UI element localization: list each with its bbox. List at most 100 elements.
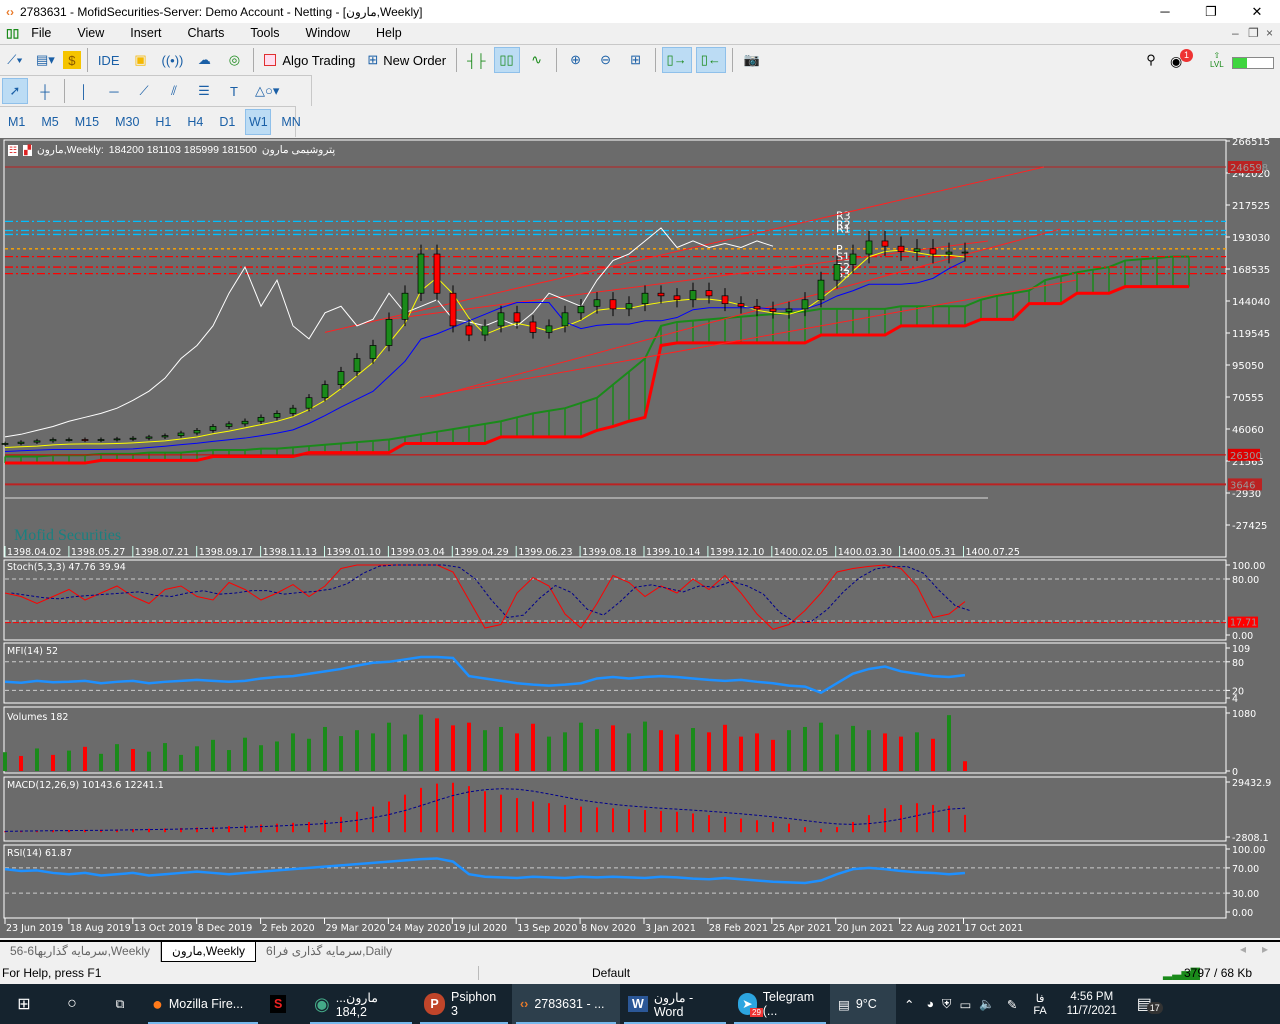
price-tick-label: 193030 <box>1232 233 1270 244</box>
timeframe-w1[interactable]: W1 <box>245 109 272 135</box>
chart-tab[interactable]: 56-6سرمایه گذاریها,Weekly <box>0 942 162 962</box>
candlestick-chart-icon[interactable]: ▯▯ <box>493 47 520 73</box>
tray-app-icon[interactable]: ◕ <box>922 984 938 1024</box>
taskbar-label: Telegram (... <box>762 990 815 1018</box>
level-up-icon[interactable]: ⇧ LVL <box>1210 51 1224 69</box>
chart-tab[interactable]: سرمایه گذاری فرا6,Daily <box>256 942 402 962</box>
fibonacci-icon[interactable]: ☰ <box>191 78 217 104</box>
maximize-button[interactable]: ❐ <box>1188 0 1234 23</box>
bar-chart-icon[interactable]: ┤├ <box>463 47 489 73</box>
menu-view[interactable]: View <box>65 26 118 40</box>
new-chart-button[interactable]: ⟋▾ <box>2 47 28 73</box>
taskbar-app-red[interactable]: S <box>262 984 306 1024</box>
one-click-trading-icon[interactable]: ▞ <box>23 144 32 156</box>
weather-widget[interactable]: ▤ 9°C <box>830 984 896 1024</box>
vps-cloud-icon[interactable]: ☁ <box>191 47 217 73</box>
candle <box>705 290 713 297</box>
network-icon[interactable]: ▭ <box>955 984 975 1024</box>
zoom-in-icon[interactable]: ⊕ <box>563 47 589 73</box>
text-icon[interactable]: T <box>221 78 247 104</box>
timeframe-m15[interactable]: M15 <box>69 109 105 135</box>
market-bag-icon[interactable]: ▣ <box>127 47 153 73</box>
clock[interactable]: 4:56 PM 11/7/2021 <box>1055 984 1129 1024</box>
tile-windows-icon[interactable]: ⊞ <box>623 47 649 73</box>
dollar-icon[interactable]: $ <box>62 51 81 69</box>
autoscroll-icon[interactable]: ▯→ <box>661 47 692 73</box>
zoom-out-icon[interactable]: ⊖ <box>593 47 619 73</box>
menu-window[interactable]: Window <box>294 26 364 40</box>
algo-trading-button[interactable]: Algo Trading <box>260 47 359 73</box>
candle <box>369 345 377 359</box>
line-chart-icon[interactable]: ∿ <box>524 47 550 73</box>
taskbar-psiphon[interactable]: P Psiphon 3 <box>416 984 512 1024</box>
volume-icon[interactable]: 🔈 <box>975 984 999 1024</box>
volume-bar <box>83 746 87 771</box>
defender-icon[interactable]: ⛨ <box>938 984 955 1024</box>
timeframe-mn[interactable]: MN <box>275 109 306 135</box>
add-account-icon[interactable]: ◎ <box>221 47 247 73</box>
new-order-button[interactable]: ⊞ New Order <box>363 47 450 73</box>
equidistant-channel-icon[interactable]: ⫽ <box>161 78 187 104</box>
chart-shift-icon[interactable]: ▯← <box>695 47 726 73</box>
candle <box>913 248 921 252</box>
ide-button[interactable]: IDE <box>94 47 124 73</box>
screenshot-icon[interactable]: 📷 <box>739 47 765 73</box>
menu-file[interactable]: File <box>19 26 65 40</box>
profiles-button[interactable]: ▤▾ <box>32 47 59 73</box>
shapes-icon[interactable]: △○▾ <box>251 78 283 104</box>
timeframe-m1[interactable]: M1 <box>2 109 31 135</box>
candle <box>33 440 41 443</box>
cursor-icon[interactable]: ➚ <box>2 78 28 104</box>
taskbar-word[interactable]: W مارون - Word <box>620 984 730 1024</box>
timeframe-m5[interactable]: M5 <box>35 109 64 135</box>
horizontal-line-icon[interactable]: ─ <box>101 78 127 104</box>
tab-scroll-right-icon[interactable]: ▸ <box>1262 942 1268 956</box>
action-center-button[interactable]: ▤ 17 <box>1129 984 1163 1024</box>
pen-icon[interactable]: ✎ <box>999 984 1025 1024</box>
tray-overflow-icon[interactable]: ⌃ <box>896 984 922 1024</box>
volume-bar <box>819 722 823 771</box>
taskbar-telegram[interactable]: ➤ 29 Telegram (... <box>730 984 830 1024</box>
mdi-restore-button[interactable]: ❐ <box>1248 26 1259 40</box>
taskbar-firefox[interactable]: ● Mozilla Fire... <box>144 984 262 1024</box>
tab-scroll-left-icon[interactable]: ◂ <box>1240 942 1246 956</box>
volume-bar <box>579 722 583 771</box>
watermark: Mofid Securities <box>14 527 122 544</box>
standard-toolbar: ⟋▾ ▤▾ $ IDE ▣ ((•)) ☁ ◎ Algo Trading ⊞ Ne… <box>0 44 1280 75</box>
date-label: 17 Oct 2021 <box>965 923 1024 934</box>
timeframe-h4[interactable]: H4 <box>181 109 209 135</box>
mdi-close-button[interactable]: × <box>1266 26 1273 40</box>
menu-help[interactable]: Help <box>364 26 416 40</box>
taskbar-metatrader[interactable]: ‹› 2783631 - ... <box>512 984 620 1024</box>
chart-canvas[interactable]: 2665152420202175251930301685351440401195… <box>0 137 1280 938</box>
candle <box>609 299 617 310</box>
taskbar-chrome[interactable]: ◉ ...مارون 184,2 <box>306 984 416 1024</box>
mdi-minimize-button[interactable]: – <box>1232 26 1239 40</box>
volume-bar <box>99 753 103 771</box>
chart-tab-active[interactable]: مارون,Weekly <box>161 942 257 962</box>
crosshair-icon[interactable]: ┼ <box>32 78 58 104</box>
task-view-button[interactable]: ⧉ <box>96 984 144 1024</box>
chart-description: پتروشیمی مارون <box>261 144 336 156</box>
chart-window[interactable]: 266515 242020 217525 193030 168535 144040 1195… <box>0 137 1280 938</box>
status-traffic: 3797 / 68 Kb <box>1184 966 1253 980</box>
timeframe-h1[interactable]: H1 <box>149 109 177 135</box>
volume-bar <box>771 739 775 771</box>
timeframe-d1[interactable]: D1 <box>213 109 241 135</box>
trendline-icon[interactable]: ⟋ <box>131 78 157 104</box>
menu-tools[interactable]: Tools <box>238 26 293 40</box>
menu-insert[interactable]: Insert <box>118 26 175 40</box>
minimize-button[interactable]: ─ <box>1142 0 1188 23</box>
search-icon[interactable]: ⚲ <box>1138 47 1164 73</box>
start-button[interactable]: ⊞ <box>0 984 48 1024</box>
data-window-icon[interactable]: ☷ <box>8 144 19 156</box>
indicator-tick-label: 0.00 <box>1232 908 1253 919</box>
candle <box>945 251 953 255</box>
vertical-line-icon[interactable]: │ <box>71 78 97 104</box>
menu-charts[interactable]: Charts <box>176 26 239 40</box>
close-button[interactable]: ✕ <box>1234 0 1280 23</box>
signals-icon[interactable]: ((•)) <box>157 47 187 73</box>
language-indicator[interactable]: فا FA <box>1025 984 1054 1024</box>
timeframe-m30[interactable]: M30 <box>109 109 145 135</box>
search-cortana-button[interactable]: ○ <box>48 984 96 1024</box>
